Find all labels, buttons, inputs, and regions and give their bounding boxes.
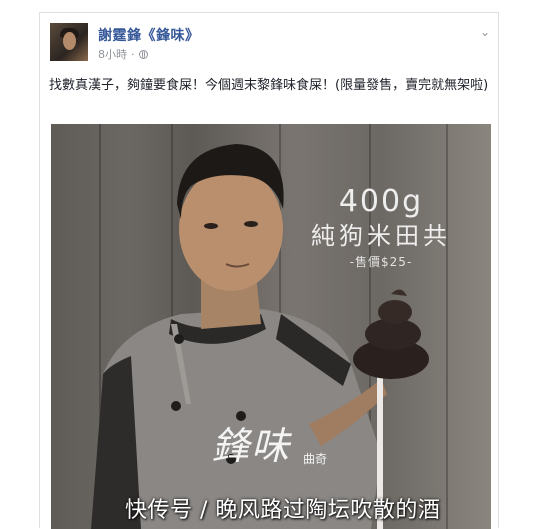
product-weight: 400g [338,184,424,219]
timestamp[interactable]: 8小時 [98,46,127,62]
globe-icon [138,49,148,59]
author-name[interactable]: 謝霆鋒《鋒味》 [98,25,200,45]
avatar[interactable] [50,23,88,61]
brand-logo: 鋒味 曲奇 [211,424,327,468]
brand-name: 鋒味 [211,424,292,468]
product-name: 純狗米田共 [311,222,451,250]
brand-subtitle: 曲奇 [303,452,328,466]
product-label: 400g 純狗米田共 -售價$25- [311,184,451,272]
product-price: -售價$25- [349,255,413,269]
post-meta: 8小時 · [98,46,148,62]
chevron-down-icon[interactable]: ⌄ [478,25,492,39]
post-photo[interactable]: 400g 純狗米田共 -售價$25- 鋒味 曲奇 [51,124,491,529]
post-text: 找數真漢子，夠鐘要食屎！今個週末黎鋒味食屎！(限量發售，賣完就無架啦) [49,78,489,93]
post-card: 謝霆鋒《鋒味》 8小時 · ⌄ 找數真漢子，夠鐘要食屎！今個週末黎鋒味食屎！(限… [39,12,499,529]
watermark: 快传号 / 晚风路过陶坛吹散的酒 [125,498,441,523]
